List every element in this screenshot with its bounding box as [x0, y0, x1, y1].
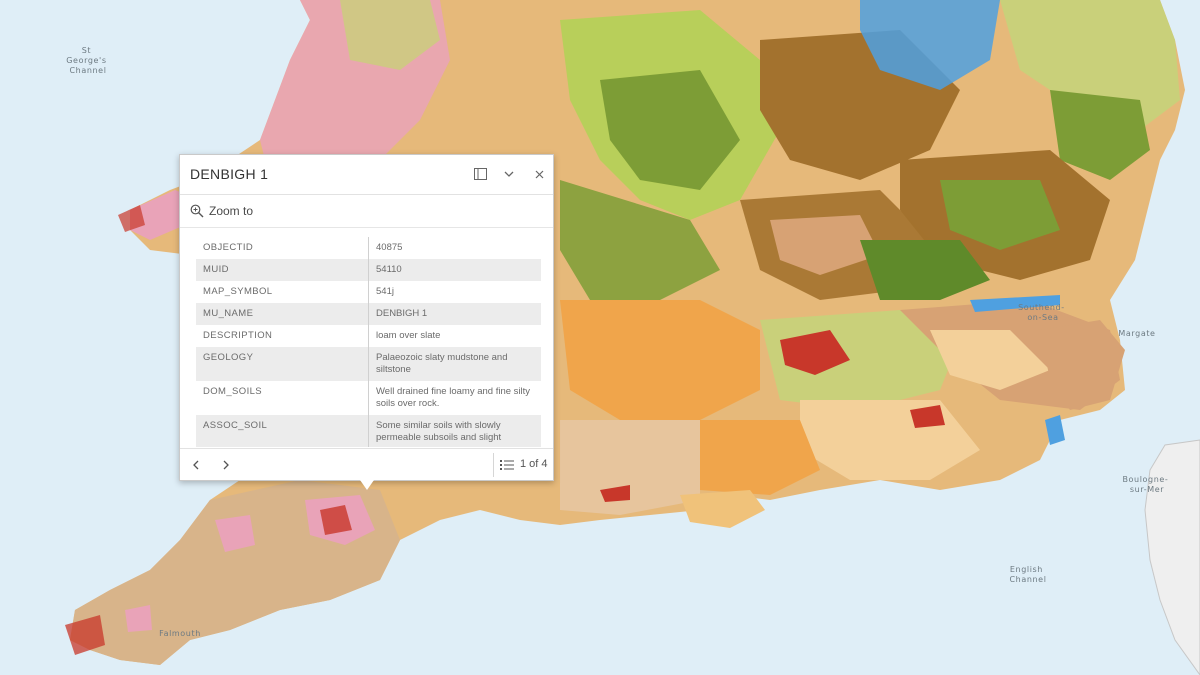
field-name: DOM_SOILS [196, 381, 369, 415]
feature-popup: DENBIGH 1 Zoom to OBJECTID 40875 MUID 5411… [179, 154, 554, 481]
previous-feature-button[interactable] [186, 455, 206, 475]
field-name: OBJECTID [196, 237, 369, 259]
popup-header: DENBIGH 1 [180, 155, 553, 195]
feature-pager: 1 of 4 [520, 458, 548, 470]
table-row: MUID 54110 [196, 259, 541, 281]
field-value: Well drained fine loamy and fine silty s… [376, 386, 531, 409]
zoom-to-label: Zoom to [209, 204, 254, 218]
field-value: Palaeozoic slaty mudstone and siltstone [368, 347, 541, 381]
dock-icon[interactable] [471, 165, 489, 183]
next-feature-button[interactable] [216, 455, 236, 475]
place-label-english-channel: English Channel [1009, 565, 1046, 584]
popup-footer: 1 of 4 [180, 448, 553, 481]
field-name: MAP_SYMBOL [196, 281, 369, 303]
place-label-falmouth: Falmouth [159, 629, 201, 638]
field-name: DESCRIPTION [196, 325, 369, 347]
table-row: MU_NAME DENBIGH 1 [196, 303, 541, 325]
close-icon[interactable] [530, 165, 548, 183]
field-name: GEOLOGY [196, 347, 369, 381]
popup-pointer [360, 480, 374, 490]
feature-list-icon[interactable] [500, 458, 514, 472]
table-row: GEOLOGY Palaeozoic slaty mudstone and sil… [196, 347, 541, 381]
field-name: ASSOC_SOIL [196, 415, 369, 447]
zoom-in-icon [190, 204, 204, 218]
place-label-margate: Margate [1118, 329, 1155, 338]
field-value: 541j [376, 286, 394, 297]
field-name: MUID [196, 259, 369, 281]
popup-title: DENBIGH 1 [190, 166, 269, 182]
field-value: 40875 [376, 242, 403, 253]
field-value: loam over slate [376, 330, 441, 341]
field-value: DENBIGH 1 [368, 303, 541, 325]
table-row: MAP_SYMBOL 541j [196, 281, 541, 303]
field-value: 54110 [368, 259, 541, 281]
table-row: OBJECTID 40875 [196, 237, 541, 259]
footer-divider [493, 453, 494, 477]
field-value: Some similar soils with slowly permeable… [368, 415, 541, 447]
attribute-table-scroll[interactable]: OBJECTID 40875 MUID 54110 MAP_SYMBOL 541j M… [196, 237, 541, 447]
attribute-table: OBJECTID 40875 MUID 54110 MAP_SYMBOL 541j M… [196, 237, 541, 447]
table-row: DOM_SOILS Well drained fine loamy and fin… [196, 381, 541, 415]
field-name: MU_NAME [196, 303, 369, 325]
zoom-to-action[interactable]: Zoom to [180, 195, 553, 228]
table-row: ASSOC_SOIL Some similar soils with slowly… [196, 415, 541, 447]
table-row: DESCRIPTION loam over slate [196, 325, 541, 347]
collapse-chevron-icon[interactable] [500, 165, 518, 183]
